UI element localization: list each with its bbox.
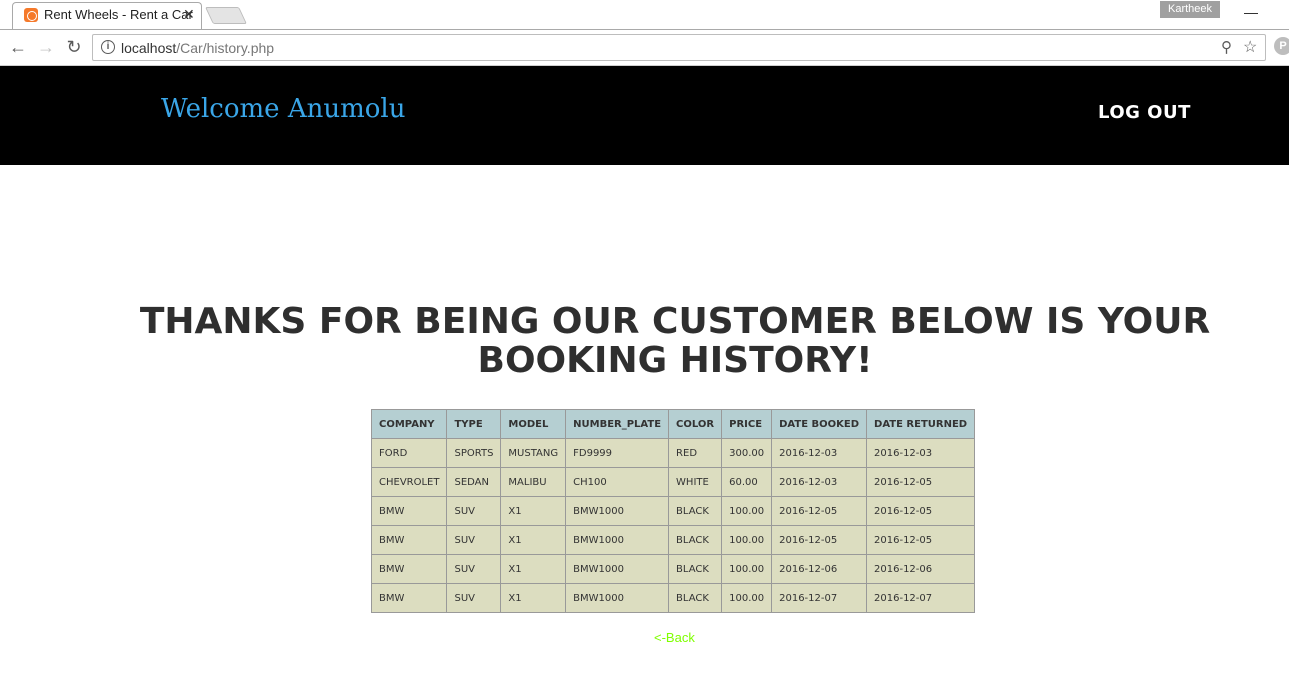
cell-color: RED (668, 438, 723, 468)
cell-company: FORD (370, 438, 448, 468)
cell-color: BLACK (668, 525, 723, 555)
cell-company: BMW (370, 525, 448, 555)
cell-type: SEDAN (446, 467, 502, 497)
cell-model: MALIBU (500, 467, 567, 497)
table-row: CHEVROLET SEDAN MALIBU CH100 WHITE 60.00… (370, 467, 976, 497)
star-icon[interactable]: ☆ (1243, 37, 1257, 57)
cell-type: SPORTS (446, 438, 502, 468)
cell-date-booked: 2016-12-05 (771, 525, 868, 555)
cell-model: X1 (500, 525, 567, 555)
cell-number-plate: CH100 (565, 467, 670, 497)
table-header-row: COMPANY TYPE MODEL NUMBER_PLATE COLOR PR… (370, 409, 976, 439)
cell-number-plate: BMW1000 (565, 496, 670, 526)
cell-number-plate: BMW1000 (565, 525, 670, 555)
cell-price: 100.00 (721, 496, 773, 526)
column-header-date-returned: DATE RETURNED (866, 409, 976, 439)
browser-tab-strip: Rent Wheels - Rent a Car ✕ Kartheek — (0, 0, 1289, 30)
cell-date-booked: 2016-12-03 (771, 467, 868, 497)
zoom-icon[interactable]: ⚲ (1221, 38, 1232, 56)
cell-company: BMW (370, 554, 448, 584)
cell-price: 300.00 (721, 438, 773, 468)
tab-close-icon[interactable]: ✕ (183, 6, 195, 23)
cell-model: X1 (500, 554, 567, 584)
table-row: FORD SPORTS MUSTANG FD9999 RED 300.00 20… (370, 438, 976, 468)
info-icon[interactable]: i (101, 40, 115, 54)
cell-date-booked: 2016-12-07 (771, 583, 868, 613)
column-header-date-booked: DATE BOOKED (771, 409, 868, 439)
cell-date-returned: 2016-12-03 (866, 438, 976, 468)
new-tab-button[interactable] (205, 7, 247, 24)
column-header-model: MODEL (500, 409, 567, 439)
column-header-price: PRICE (721, 409, 773, 439)
url-text[interactable]: localhost/Car/history.php (121, 40, 274, 56)
cell-price: 100.00 (721, 583, 773, 613)
cell-color: BLACK (668, 583, 723, 613)
reload-icon[interactable]: ↻ (64, 37, 84, 58)
cell-number-plate: FD9999 (565, 438, 670, 468)
cell-type: SUV (446, 496, 502, 526)
cell-company: BMW (370, 496, 448, 526)
table-row: BMW SUV X1 BMW1000 BLACK 100.00 2016-12-… (370, 525, 976, 555)
welcome-message: Welcome Anumolu (161, 94, 406, 124)
minimize-window-icon[interactable]: — (1244, 4, 1258, 20)
column-header-company: COMPANY (370, 409, 448, 439)
cell-type: SUV (446, 525, 502, 555)
table-row: BMW SUV X1 BMW1000 BLACK 100.00 2016-12-… (370, 554, 976, 584)
cell-color: BLACK (668, 554, 723, 584)
xampp-favicon-icon (24, 8, 38, 22)
browser-toolbar: ← → ↻ i localhost/Car/history.php ⚲ ☆ P (0, 30, 1289, 66)
cell-date-booked: 2016-12-03 (771, 438, 868, 468)
cell-number-plate: BMW1000 (565, 583, 670, 613)
page-title: THANKS FOR BEING OUR CUSTOMER BELOW IS Y… (139, 301, 1211, 381)
cell-date-booked: 2016-12-06 (771, 554, 868, 584)
cell-model: X1 (500, 496, 567, 526)
cell-company: CHEVROLET (370, 467, 448, 497)
forward-arrow-icon[interactable]: → (36, 37, 56, 58)
url-path: /Car/history.php (176, 40, 275, 56)
back-arrow-icon[interactable]: ← (8, 37, 28, 58)
cell-date-returned: 2016-12-06 (866, 554, 976, 584)
site-header: Welcome Anumolu LOG OUT (0, 66, 1289, 165)
logout-link[interactable]: LOG OUT (1098, 102, 1191, 123)
booking-history-table: COMPANY TYPE MODEL NUMBER_PLATE COLOR PR… (370, 409, 976, 613)
cell-type: SUV (446, 583, 502, 613)
column-header-number-plate: NUMBER_PLATE (565, 409, 670, 439)
cell-color: BLACK (668, 496, 723, 526)
cell-company: BMW (370, 583, 448, 613)
cell-date-booked: 2016-12-05 (771, 496, 868, 526)
cell-date-returned: 2016-12-05 (866, 525, 976, 555)
cell-type: SUV (446, 554, 502, 584)
cell-date-returned: 2016-12-05 (866, 496, 976, 526)
url-host: localhost (121, 40, 177, 56)
cell-price: 60.00 (721, 467, 773, 497)
profile-badge[interactable]: Kartheek (1160, 1, 1220, 18)
cell-color: WHITE (668, 467, 723, 497)
cell-model: MUSTANG (500, 438, 567, 468)
cell-price: 100.00 (721, 554, 773, 584)
cell-number-plate: BMW1000 (565, 554, 670, 584)
tab-title: Rent Wheels - Rent a Car (44, 7, 193, 22)
cell-price: 100.00 (721, 525, 773, 555)
cell-date-returned: 2016-12-05 (866, 467, 976, 497)
column-header-type: TYPE (446, 409, 502, 439)
extension-icon[interactable]: P (1274, 37, 1289, 55)
back-link[interactable]: <-Back (654, 630, 695, 645)
table-row: BMW SUV X1 BMW1000 BLACK 100.00 2016-12-… (370, 583, 976, 613)
address-bar[interactable]: i localhost/Car/history.php ⚲ ☆ (92, 34, 1266, 61)
cell-model: X1 (500, 583, 567, 613)
column-header-color: COLOR (668, 409, 723, 439)
table-row: BMW SUV X1 BMW1000 BLACK 100.00 2016-12-… (370, 496, 976, 526)
cell-date-returned: 2016-12-07 (866, 583, 976, 613)
